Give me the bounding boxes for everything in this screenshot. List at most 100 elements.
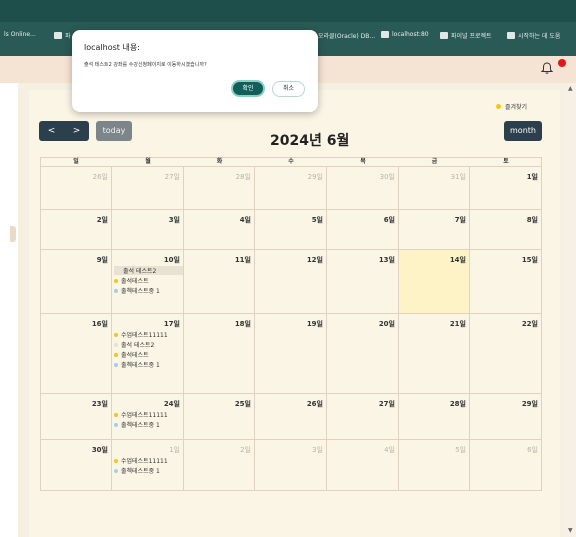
day-number[interactable]: 30일 [325,172,395,182]
today-button[interactable]: today [96,121,132,141]
event-dot-icon [114,412,118,417]
day-number[interactable]: 24일 [110,399,180,409]
day-number[interactable]: 17일 [110,319,180,329]
day-number[interactable]: 8일 [468,215,538,225]
day-number[interactable]: 10일 [110,255,180,265]
dialog-title: localhost 내용: [84,43,140,52]
event-label: 출석테스트 [121,278,149,285]
day-number[interactable]: 22일 [468,319,538,329]
day-number[interactable]: 3일 [110,215,180,225]
cancel-button[interactable]: 취소 [272,81,305,97]
event-label: 출첵테스트중 1 [121,422,160,429]
day-number[interactable]: 21일 [396,319,466,329]
day-number[interactable]: 26일 [253,399,323,409]
scrollbar[interactable] [566,83,576,537]
day-number[interactable]: 4일 [325,445,395,455]
confirm-button[interactable]: 확인 [231,80,265,97]
heart-icon [54,32,62,39]
event-label: 수업테스트11111 [121,332,168,339]
day-number[interactable]: 2일 [181,445,251,455]
day-number[interactable]: 27일 [325,399,395,409]
day-number[interactable]: 1일 [110,445,180,455]
day-number[interactable]: 29일 [253,172,323,182]
scroll-up-arrow-icon[interactable]: ▲ [568,85,573,92]
day-number[interactable]: 7일 [396,215,466,225]
notion-icon [440,32,448,39]
dialog-message: 출석 테스트2 강좌를 수강신청페이지로 이동하시겠습니까? [84,62,207,68]
calendar-event[interactable]: 출석 테스트2 [114,340,183,349]
day-number[interactable]: 28일 [181,172,251,182]
day-number[interactable]: 25일 [181,399,251,409]
browser-titlebar [0,0,576,22]
day-number[interactable]: 4일 [181,215,251,225]
calendar-event[interactable]: 수업테스트11111 [114,330,183,339]
bookmark-item[interactable]: localhost:80 [381,31,429,38]
bookmark-item[interactable]: 파이널 프로젝트 [440,31,492,40]
day-number[interactable]: 3일 [253,445,323,455]
event-label: 수업테스트11111 [121,412,168,419]
event-dot-icon [114,332,118,337]
favorites-dot-icon [496,104,501,109]
event-dot-icon [114,352,118,357]
calendar-event[interactable]: 수업테스트11111 [114,456,183,465]
day-number[interactable]: 19일 [253,319,323,329]
day-number[interactable]: 23일 [38,399,108,409]
calendar-title: 2024년 6월 [270,133,350,149]
bookmark-item[interactable]: 파 [54,31,71,40]
day-number[interactable]: 18일 [181,319,251,329]
calendar-event[interactable]: 출첵테스트중 1 [114,360,183,369]
day-number[interactable]: 16일 [38,319,108,329]
day-number[interactable]: 15일 [468,255,538,265]
day-number[interactable]: 2일 [38,215,108,225]
calendar-event[interactable]: 수업테스트11111 [114,410,183,419]
day-number[interactable]: 6일 [468,445,538,455]
day-number[interactable]: 9일 [38,255,108,265]
bookmark-item[interactable]: 시작하는 데 도움 [507,31,560,40]
day-number[interactable]: 6일 [325,215,395,225]
event-dot-icon [114,342,118,347]
event-dot-icon [114,278,118,283]
prev-month-button[interactable]: < [39,121,64,141]
day-number[interactable]: 31일 [396,172,466,182]
month-view-button[interactable]: month [504,121,542,141]
day-number[interactable]: 14일 [396,255,466,265]
day-number[interactable]: 12일 [253,255,323,265]
day-number[interactable]: 27일 [110,172,180,182]
calendar-event[interactable]: 출첵테스트중 1 [114,466,183,475]
calendar-event[interactable]: 출석 테스트2 [114,266,183,275]
scroll-down-arrow-icon[interactable]: ▼ [568,527,573,534]
calendar-event[interactable]: 출첵테스트중 1 [114,286,183,295]
day-number[interactable]: 30일 [38,445,108,455]
event-label: 수업테스트11111 [121,458,168,465]
bookmark-item[interactable]: ls Online... [4,31,36,38]
event-label: 출석테스트 [121,352,149,359]
bookmark-icon [507,32,515,39]
next-month-button[interactable]: > [64,121,89,141]
day-number[interactable]: 26일 [38,172,108,182]
bell-icon[interactable] [540,61,554,75]
notification-badge [558,59,566,67]
event-dot-icon [116,268,120,273]
event-dot-icon [114,468,118,473]
event-dot-icon [114,362,118,367]
bookmark-item[interactable]: 오라클(Oracle) DB... [318,31,375,40]
favorites-label: 즐겨찾기 [505,104,528,111]
calendar-event[interactable]: 출석테스트 [114,350,183,359]
day-number[interactable]: 5일 [396,445,466,455]
day-number[interactable]: 5일 [253,215,323,225]
event-label: 출석 테스트2 [121,342,155,349]
event-label: 출석 테스트2 [123,268,157,275]
calendar-event[interactable]: 출첵테스트중 1 [114,420,183,429]
event-dot-icon [114,458,118,463]
calendar-event[interactable]: 출석테스트 [114,276,183,285]
day-number[interactable]: 20일 [325,319,395,329]
favorites-legend: 즐겨찾기 [496,102,527,111]
day-number[interactable]: 1일 [468,172,538,182]
day-number[interactable]: 29일 [468,399,538,409]
day-number[interactable]: 13일 [325,255,395,265]
day-number[interactable]: 11일 [181,255,251,265]
weekday-header-row [40,157,542,167]
sidebar-handle[interactable] [10,226,16,242]
page-icon [381,31,389,38]
day-number[interactable]: 28일 [396,399,466,409]
